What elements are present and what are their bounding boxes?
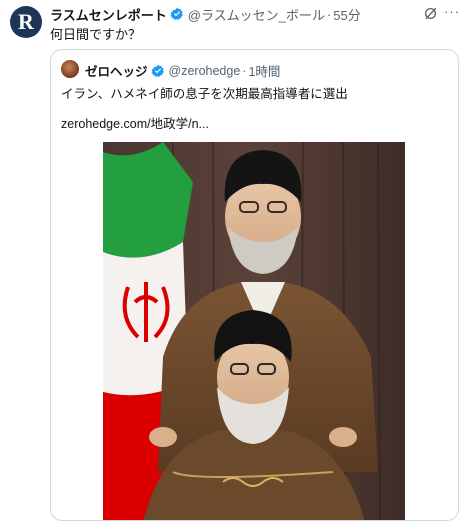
quoted-tweet-link[interactable]: zerohedge.com/地政学/n... xyxy=(61,113,209,132)
quoted-tweet-time[interactable]: 1時間 xyxy=(248,61,280,80)
verified-badge-icon xyxy=(150,64,164,77)
quoted-tweet[interactable]: ゼロヘッジ @zerohedge · 1時間 イラン、ハメネイ師の息子を次期最高… xyxy=(50,49,459,521)
author-handle[interactable]: @ラスムッセン_ボール xyxy=(188,5,325,24)
grok-icon[interactable] xyxy=(423,6,438,21)
photo-illustration xyxy=(103,142,405,520)
tweet[interactable]: R ラスムセンレポート @ラスムッセン_ボール · 55分 ··· 何日間ですか… xyxy=(0,0,466,521)
tweet-text: 何日間ですか？ xyxy=(50,27,142,42)
separator-dot: · xyxy=(326,6,332,22)
separator-dot: · xyxy=(242,63,247,78)
author-avatar[interactable]: R xyxy=(10,6,42,38)
quoted-tweet-header: ゼロヘッジ @zerohedge · 1時間 xyxy=(85,61,280,80)
more-icon[interactable]: ··· xyxy=(444,4,460,19)
tweet-time[interactable]: 55分 xyxy=(333,5,360,24)
quoted-tweet-text: イラン、ハメネイ師の息子を次期最高指導者に選出 xyxy=(61,87,348,101)
quoted-author-handle[interactable]: @zerohedge xyxy=(169,64,241,78)
tweet-header: ラスムセンレポート @ラスムッセン_ボール · 55分 xyxy=(50,5,456,23)
tweet-photo[interactable] xyxy=(103,142,405,520)
verified-badge-icon xyxy=(170,7,183,20)
quoted-author-name[interactable]: ゼロヘッジ xyxy=(85,61,148,80)
quoted-author-avatar[interactable] xyxy=(61,60,79,78)
author-name[interactable]: ラスムセンレポート xyxy=(50,5,167,24)
